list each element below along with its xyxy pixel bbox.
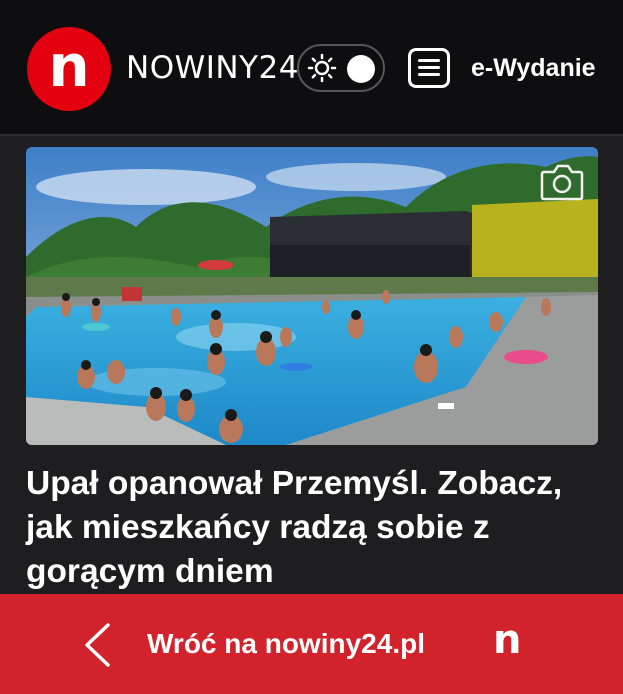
article-image[interactable] bbox=[26, 147, 598, 445]
theme-toggle[interactable] bbox=[297, 44, 385, 92]
chevron-left-icon[interactable] bbox=[82, 622, 112, 668]
article-headline[interactable]: Upał opanował Przemyśl. Zobacz, jak mies… bbox=[26, 462, 606, 594]
logo-letter: n bbox=[48, 32, 90, 100]
toggle-knob bbox=[347, 55, 375, 83]
sun-icon bbox=[307, 53, 337, 83]
footer-logo[interactable]: n bbox=[493, 620, 521, 660]
e-edition-link[interactable]: e-Wydanie bbox=[471, 54, 596, 83]
brand-name[interactable]: NOWINY24 bbox=[126, 50, 299, 86]
site-logo[interactable]: n bbox=[27, 27, 111, 111]
camera-icon[interactable] bbox=[540, 162, 584, 202]
back-to-site-link[interactable]: Wróć na nowiny24.pl bbox=[147, 628, 425, 660]
site-header: n NOWINY24 e-Wydanie bbox=[0, 0, 623, 136]
pool-photo bbox=[26, 147, 598, 445]
menu-button[interactable] bbox=[408, 48, 450, 88]
